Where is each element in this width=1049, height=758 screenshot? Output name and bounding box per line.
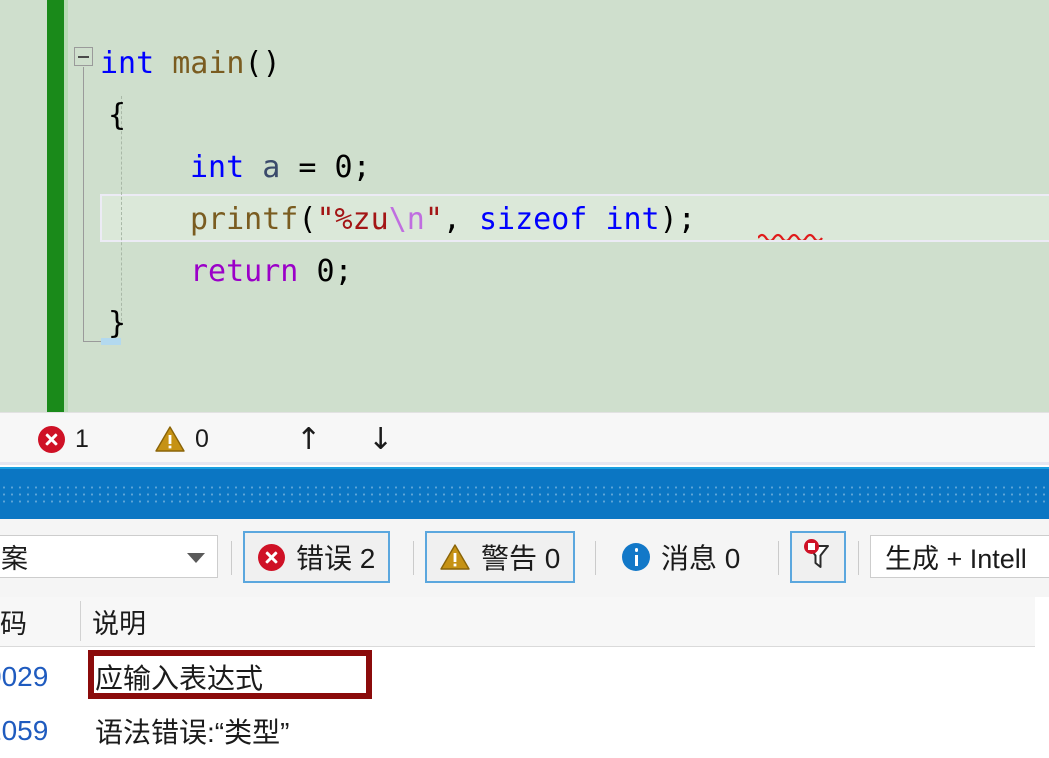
editor-left-margin: [0, 0, 47, 412]
error-circle-icon: [258, 543, 285, 571]
column-header-description[interactable]: 说明: [92, 597, 146, 645]
token-keyword-int-operand: int: [605, 202, 660, 237]
token-semicolon: ;: [352, 150, 371, 185]
filter-errors-button[interactable]: 错误 2: [243, 531, 391, 583]
filter-warnings-button[interactable]: 警告 0: [425, 531, 576, 583]
token-brace-open: {: [108, 98, 127, 133]
token-string-format: "%zu: [316, 202, 389, 237]
code-line-3[interactable]: int a = 0;: [190, 142, 371, 194]
row-description-value: 语法错误:“类型”: [95, 717, 290, 748]
error-list-toolbar: 案 错误 2 警告 0 消息 0 生成 + Intell: [0, 519, 1049, 598]
token-paren-open: (: [298, 202, 317, 237]
prev-error-button[interactable]: ↑: [296, 413, 321, 465]
warning-triangle-icon: [440, 544, 470, 570]
token-paren-open: (: [244, 46, 263, 81]
visual-studio-window: int main() { int a = 0; printf("%zu\n", …: [0, 0, 1049, 758]
error-squiggle-underline: [758, 233, 823, 240]
unsaved-change-indicator-bar: [47, 0, 64, 412]
chevron-down-icon: [187, 553, 205, 563]
nav-strip-divider: [0, 462, 1049, 465]
row-code-value: 0029: [0, 661, 49, 692]
filter-funnel-icon: [801, 538, 835, 577]
token-keyword-int-decl: int: [190, 150, 245, 185]
inline-error-count: 1: [75, 424, 89, 453]
token-number-zero: 0: [334, 150, 353, 185]
token-keyword-sizeof: sizeof: [479, 202, 588, 237]
fold-region-line: [83, 67, 84, 342]
code-line-2[interactable]: {: [108, 90, 126, 142]
code-line-5[interactable]: return 0;: [190, 246, 353, 298]
toolbar-separator: [413, 541, 414, 575]
inline-error-count-group[interactable]: 1: [38, 413, 89, 465]
token-semicolon: ;: [334, 254, 353, 289]
code-line-1[interactable]: int main(): [100, 38, 281, 90]
row-code-value: 2059: [0, 715, 49, 746]
arrow-down-icon: ↓: [368, 421, 394, 457]
scope-dropdown-value: 案: [1, 544, 28, 574]
inline-warning-count: 0: [195, 424, 209, 453]
toolbar-separator: [778, 541, 779, 575]
error-list-header-row: 码 说明: [0, 597, 1049, 647]
filter-messages-button[interactable]: 消息 0: [607, 531, 755, 583]
filter-funnel-button[interactable]: [790, 531, 846, 583]
token-string-close: ": [424, 202, 443, 237]
token-function-printf: printf: [190, 202, 299, 237]
table-row[interactable]: 2059 语法错误:“类型”: [0, 703, 1049, 758]
token-function-main: main: [172, 46, 245, 81]
token-semicolon: ;: [677, 202, 696, 237]
panel-title-bar-highlight: [0, 467, 1049, 469]
filter-errors-label: 错误 2: [296, 543, 376, 574]
code-text-area[interactable]: int main() { int a = 0; printf("%zu\n", …: [68, 0, 1049, 412]
token-paren-close: ): [262, 46, 281, 81]
fold-collapse-icon[interactable]: [74, 47, 93, 66]
toolbar-separator: [858, 541, 859, 575]
grid-right-edge: [1035, 597, 1049, 758]
build-scope-value: 生成 + Intell: [885, 544, 1027, 574]
warning-triangle-icon: [155, 426, 185, 452]
token-assignment: =: [280, 150, 335, 185]
arrow-up-icon: ↑: [296, 421, 322, 457]
token-variable-a: a: [262, 150, 281, 185]
token-comma: ,: [442, 202, 479, 237]
inline-error-nav-strip: 1 0 ↑ ↓: [0, 412, 1049, 465]
token-brace-close: }: [108, 306, 127, 341]
filter-warnings-label: 警告 0: [481, 543, 561, 574]
panel-title-bar[interactable]: [0, 467, 1049, 519]
drag-handle-dots[interactable]: [0, 484, 1049, 504]
code-line-4[interactable]: printf("%zu\n", sizeof int);: [190, 194, 696, 246]
scope-dropdown[interactable]: 案: [0, 535, 218, 578]
next-error-button[interactable]: ↓: [368, 413, 393, 465]
inline-warning-count-group[interactable]: 0: [155, 413, 209, 465]
filter-messages-label: 消息 0: [661, 543, 741, 574]
toolbar-separator: [231, 541, 232, 575]
token-string-escape: \n: [388, 202, 425, 237]
token-number-zero: 0: [316, 254, 335, 289]
build-scope-dropdown[interactable]: 生成 + Intell: [870, 535, 1049, 578]
token-keyword-int: int: [100, 46, 155, 81]
toolbar-separator: [595, 541, 596, 575]
info-circle-icon: [622, 543, 650, 571]
column-header-code[interactable]: 码: [0, 597, 84, 645]
code-editor[interactable]: int main() { int a = 0; printf("%zu\n", …: [0, 0, 1049, 412]
fold-region-foot: [83, 341, 101, 342]
error-circle-icon: [38, 425, 65, 453]
column-divider[interactable]: [80, 601, 81, 641]
annotation-highlight-box: [88, 650, 372, 699]
code-line-6[interactable]: }: [108, 298, 126, 350]
token-paren-close: ): [659, 202, 678, 237]
token-keyword-return: return: [190, 254, 299, 289]
